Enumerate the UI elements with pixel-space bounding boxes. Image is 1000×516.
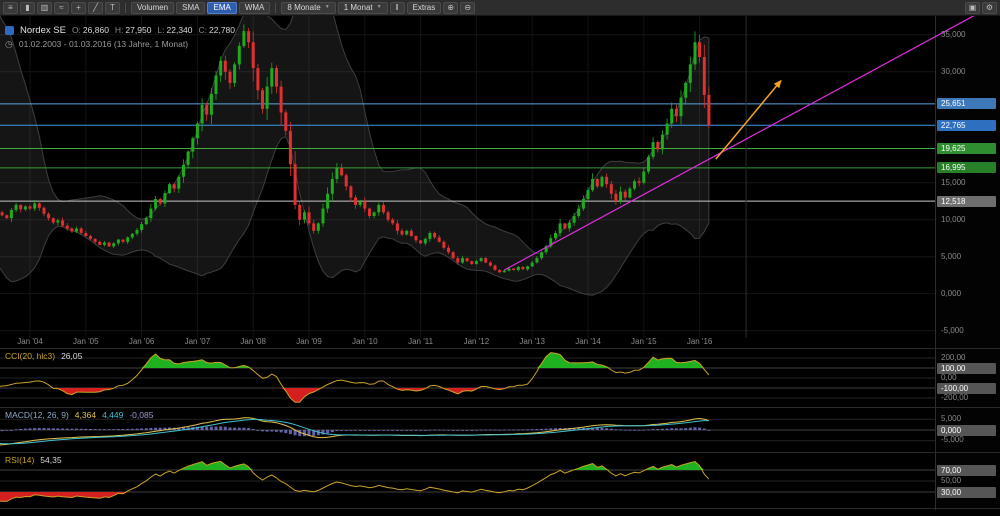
price-label-box: -100,00 [937, 383, 996, 394]
axis-tick: -200,00 [941, 393, 997, 403]
high-value: H:27,950 [115, 25, 152, 35]
axis-tick: 35,000 [941, 30, 997, 40]
interval-dropdown-value: 1 Monat [344, 4, 373, 12]
low-value: L:22,340 [157, 25, 192, 35]
chart-tool-icons: ≡▮▥≈+╱T [3, 2, 120, 14]
price-label-box: 19,625 [937, 143, 996, 154]
x-axis-label: Jan '05 [66, 337, 106, 346]
axis-tick: 5,000 [941, 414, 997, 424]
cci-canvas [0, 349, 935, 407]
text-tool-icon[interactable]: T [105, 2, 120, 14]
date-range: 01.02.2003 - 01.03.2016 (13 Jahre, 1 Mon… [19, 39, 188, 49]
macd-signal-line [0, 419, 709, 443]
chevron-down-icon: ▼ [325, 5, 330, 10]
toolbar-separator [125, 3, 126, 13]
toolbar-button-wma[interactable]: WMA [239, 2, 271, 14]
extras-button[interactable]: Extras [407, 2, 442, 14]
price-label-box: 25,651 [937, 98, 996, 109]
panel-divider [0, 452, 1000, 453]
close-value: C:22,780 [199, 25, 236, 35]
x-axis-label: Jan '11 [401, 337, 441, 346]
axis-tick: -5,000 [941, 326, 997, 336]
x-axis-label: Jan '12 [456, 337, 496, 346]
x-axis-label: Jan '10 [345, 337, 385, 346]
axis-tick: 200,00 [941, 353, 997, 363]
crosshair-icon[interactable]: + [71, 2, 86, 14]
x-axis-label: Jan '06 [122, 337, 162, 346]
macd-panel[interactable]: MACD(12, 26, 9) 4,364 4,449 -0,085 [0, 408, 935, 452]
indicator-buttons: VolumenSMAEMAWMA [131, 2, 270, 14]
window-icons: ▣⚙ [965, 2, 997, 14]
rsi-panel[interactable]: RSI(14) 54,35 [0, 453, 935, 508]
axis-tick: 0,00 [941, 373, 997, 383]
cci-panel[interactable]: CCI(20, hlc3) 26,05 [0, 349, 935, 407]
x-axis-label: Jan '15 [624, 337, 664, 346]
axis-tick: 15,000 [941, 178, 997, 188]
line-chart-icon[interactable]: ≈ [54, 2, 69, 14]
toolbar: ≡▮▥≈+╱T VolumenSMAEMAWMA 8 Monate ▼ 1 Mon… [0, 0, 1000, 16]
range-dropdown[interactable]: 8 Monate ▼ [281, 2, 335, 14]
bar-chart-icon[interactable]: ▥ [37, 2, 52, 14]
axis-tick: 5,000 [941, 252, 997, 262]
rsi-label: RSI(14) 54,35 [5, 455, 62, 465]
symbol-name: Nordex SE [20, 25, 66, 36]
panel-divider [0, 348, 1000, 349]
symbol-info: Nordex SE O:26,860 H:27,950 L:22,340 C:2… [5, 23, 235, 51]
price-label-box: 16,995 [937, 162, 996, 173]
x-axis-label: Jan '04 [10, 337, 50, 346]
x-axis-label: Jan '13 [512, 337, 552, 346]
price-label-box: 22,765 [937, 120, 996, 131]
price-label-box: 12,518 [937, 196, 996, 207]
toolbar-button-sma[interactable]: SMA [176, 2, 205, 14]
axis-tick: -5,000 [941, 435, 997, 445]
candlestick-chart-icon[interactable]: ▮ [20, 2, 35, 14]
zoom-out-button[interactable]: ⊖ [460, 2, 475, 14]
x-axis-label: Jan '14 [568, 337, 608, 346]
instrument-icon [5, 26, 14, 35]
settings-icon[interactable]: ⚙ [982, 2, 997, 14]
open-value: O:26,860 [72, 25, 109, 35]
interval-dropdown[interactable]: 1 Monat ▼ [338, 2, 388, 14]
x-axis-label: Jan '07 [177, 337, 217, 346]
axis-tick: 50,00 [941, 476, 997, 486]
axis-tick: 10,000 [941, 215, 997, 225]
toolbar-separator [275, 3, 276, 13]
snapshot-icon[interactable]: ▣ [965, 2, 980, 14]
rsi-canvas [0, 453, 935, 508]
axis-tick: 0,000 [941, 289, 997, 299]
price-label-box: 30,00 [937, 487, 996, 498]
pause-button[interactable]: ‖ [390, 2, 405, 14]
range-dropdown-value: 8 Monate [287, 4, 320, 12]
axis-tick: 30,000 [941, 67, 997, 77]
chevron-down-icon: ▼ [377, 5, 382, 10]
x-axis-label: Jan '09 [289, 337, 329, 346]
price-label-box: 100,00 [937, 363, 996, 374]
price-chart-canvas [0, 16, 935, 348]
price-label-box: 0,000 [937, 425, 996, 436]
zoom-in-button[interactable]: ⊕ [443, 2, 458, 14]
toolbar-button-volumen[interactable]: Volumen [131, 2, 174, 14]
toolbar-button-ema[interactable]: EMA [207, 2, 236, 14]
horizontal-price-lines[interactable] [0, 104, 935, 201]
x-axis-label: Jan '08 [233, 337, 273, 346]
panel-divider [0, 508, 1000, 509]
panel-divider [0, 407, 1000, 408]
bollinger-band [0, 16, 709, 295]
x-axis-label: Jan '16 [680, 337, 720, 346]
price-label-box: 70,00 [937, 465, 996, 476]
clock-icon: ◷ [5, 39, 13, 50]
cci-label: CCI(20, hlc3) 26,05 [5, 351, 82, 361]
main-grid [0, 16, 935, 338]
trendline-tool-icon[interactable]: ╱ [88, 2, 103, 14]
trading-app: ≡▮▥≈+╱T VolumenSMAEMAWMA 8 Monate ▼ 1 Mon… [0, 0, 1000, 516]
main-price-chart[interactable]: Jan '04 Jan '05 Jan '06 Jan '07 Jan '08 Jan '… [0, 16, 935, 348]
menu-icon[interactable]: ≡ [3, 2, 18, 14]
cci-line [0, 353, 709, 403]
macd-label: MACD(12, 26, 9) 4,364 4,449 -0,085 [5, 410, 153, 420]
